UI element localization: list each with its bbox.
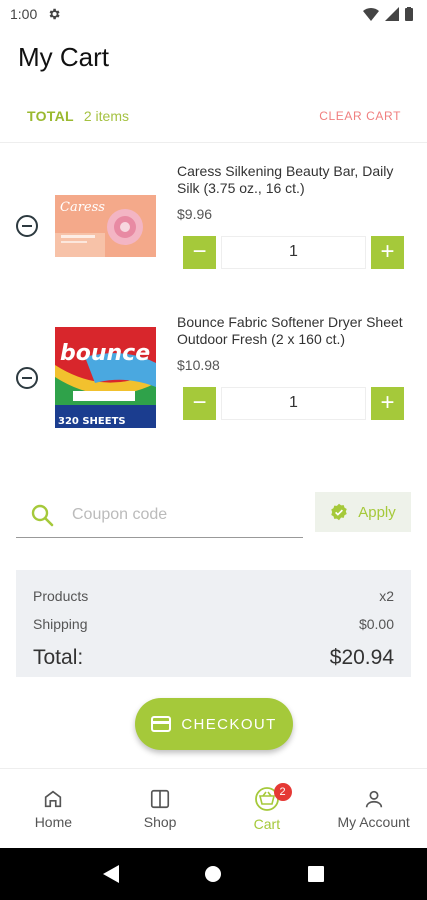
products-label: Products — [33, 588, 89, 604]
total-label: TOTAL — [27, 108, 74, 124]
shipping-label: Shipping — [33, 616, 88, 632]
product-image: Caress — [55, 195, 156, 257]
wifi-icon — [363, 8, 379, 21]
check-badge-icon — [331, 503, 347, 521]
system-nav-bar — [0, 848, 427, 900]
summary-shipping-row: Shipping $0.00 — [33, 610, 394, 638]
bounce-caption: 320 SHEETS — [58, 416, 126, 427]
home-icon — [45, 790, 62, 807]
nav-label-shop: Shop — [143, 813, 177, 830]
settings-icon — [49, 8, 60, 20]
remove-item-icon[interactable] — [16, 367, 38, 389]
item-price: $9.96 — [177, 206, 213, 222]
cart-badge: 2 — [273, 783, 292, 801]
summary-products-row: Products x2 — [33, 582, 394, 610]
decrease-quantity-button[interactable]: − — [183, 235, 216, 269]
products-value: x2 — [379, 588, 394, 604]
order-summary: Products x2 Shipping $0.00 Total: $20.94 — [16, 570, 411, 677]
shop-icon — [151, 789, 170, 808]
signal-icon — [385, 7, 399, 21]
item-name: Caress Silkening Beauty Bar, Daily Silk … — [177, 163, 394, 196]
nav-item-shop[interactable]: Shop — [107, 769, 214, 848]
account-icon — [365, 790, 382, 807]
coupon-field — [16, 492, 303, 538]
credit-card-icon — [151, 716, 172, 732]
quantity-stepper: − 1 + — [183, 235, 404, 269]
home-circle-icon[interactable] — [204, 865, 222, 883]
nav-label-account: My Account — [337, 813, 410, 830]
divider — [0, 142, 427, 143]
clear-cart-button[interactable]: CLEAR CART — [319, 109, 401, 123]
increase-quantity-button[interactable]: + — [371, 386, 404, 420]
caress-logo-text: Caress — [60, 200, 105, 215]
shipping-value: $0.00 — [358, 616, 394, 632]
bounce-logo-text: bounce — [60, 341, 150, 366]
back-icon[interactable] — [102, 865, 119, 883]
status-bar: 1:00 — [0, 0, 427, 28]
product-image: bounce 320 SHEETS — [55, 327, 156, 428]
search-icon — [31, 504, 54, 526]
checkout-label: CHECKOUT — [181, 715, 277, 733]
nav-label-home: Home — [34, 813, 73, 830]
quantity-stepper: − 1 + — [183, 386, 404, 420]
decrease-quantity-button[interactable]: − — [183, 386, 216, 420]
items-count: 2 items — [83, 108, 129, 124]
coupon-input[interactable] — [72, 505, 292, 524]
apply-label: Apply — [358, 503, 396, 521]
quantity-value[interactable]: 1 — [221, 386, 366, 420]
total-value: $20.94 — [329, 646, 394, 669]
cart-item: bounce 320 SHEETS Bounce Fabric Softener… — [0, 300, 427, 440]
nav-item-cart[interactable]: 2 Cart — [214, 769, 321, 848]
nav-item-account[interactable]: My Account — [320, 769, 427, 848]
item-name: Bounce Fabric Softener Dryer Sheet Outdo… — [177, 314, 403, 347]
cart-item: Caress Caress Silkening Beauty Bar, Dail… — [0, 150, 427, 290]
checkout-button[interactable]: CHECKOUT — [135, 698, 293, 750]
total-label: Total: — [33, 646, 84, 669]
item-price: $10.98 — [177, 357, 220, 373]
summary-total-row: Total: $20.94 — [33, 640, 394, 676]
nav-label-cart: Cart — [253, 815, 281, 832]
apply-coupon-button[interactable]: Apply — [315, 492, 411, 532]
quantity-value[interactable]: 1 — [221, 235, 366, 269]
cart-total-row: TOTAL 2 items CLEAR CART — [27, 108, 401, 124]
battery-icon — [405, 7, 413, 21]
status-time: 1:00 — [10, 6, 38, 22]
page-title: My Cart — [18, 42, 109, 72]
increase-quantity-button[interactable]: + — [371, 235, 404, 269]
remove-item-icon[interactable] — [16, 215, 38, 237]
bottom-navigation: Home Shop 2 Cart My Account — [0, 768, 427, 848]
nav-item-home[interactable]: Home — [0, 769, 107, 848]
recents-icon[interactable] — [308, 866, 325, 882]
